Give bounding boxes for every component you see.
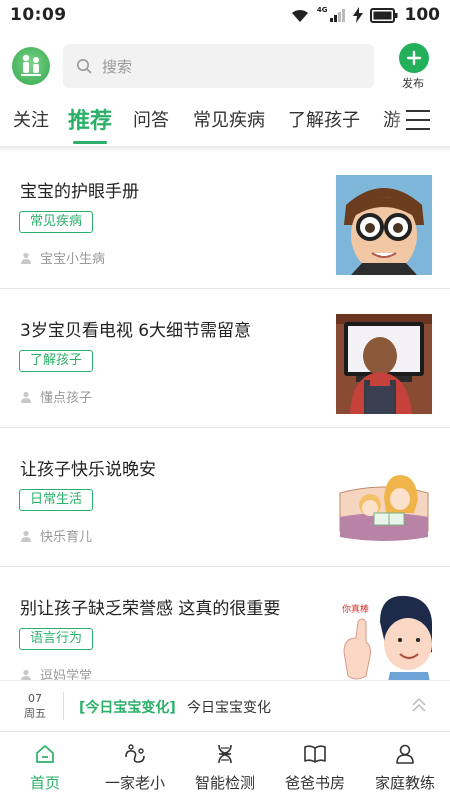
nav-dad-study[interactable]: 爸爸书房 bbox=[270, 732, 360, 800]
user-icon bbox=[21, 669, 31, 680]
tab-common-diseases[interactable]: 常见疾病 bbox=[193, 106, 265, 132]
search-icon bbox=[77, 59, 92, 74]
nav-label: 爸爸书房 bbox=[284, 774, 345, 792]
signal-icon bbox=[329, 9, 345, 22]
publish-label: 发布 bbox=[402, 77, 424, 90]
nav-family-coach[interactable]: 家庭教练 bbox=[360, 732, 450, 800]
battery-level: 100 bbox=[404, 5, 441, 25]
menu-icon[interactable] bbox=[406, 110, 430, 130]
battery-icon bbox=[369, 7, 397, 23]
nav-label: 智能检测 bbox=[194, 774, 255, 792]
nav-smart-test[interactable]: 智能检测 bbox=[180, 732, 270, 800]
status-bar: 10:09 4G 100 bbox=[0, 0, 450, 30]
ticker-weekday: 周五 bbox=[24, 707, 46, 720]
tab-qa[interactable]: 问答 bbox=[133, 106, 169, 132]
ticker-day: 07 bbox=[28, 692, 42, 705]
article-title[interactable]: 让孩子快乐说晚安 bbox=[20, 455, 156, 480]
user-icon bbox=[21, 252, 31, 264]
article-card[interactable]: 3岁宝贝看电视 6大细节需留意 了解孩子 懂点孩子 bbox=[0, 289, 450, 428]
active-tab-indicator bbox=[73, 141, 107, 144]
ticker-separator bbox=[63, 692, 64, 720]
nav-label: 首页 bbox=[29, 774, 60, 792]
tab-recommend[interactable]: 推荐 bbox=[68, 103, 112, 135]
family-icon bbox=[125, 744, 145, 763]
double-chevron-up-icon[interactable] bbox=[410, 696, 428, 714]
article-card[interactable]: 别让孩子缺乏荣誉感 这真的很重要 语言行为 逗妈学堂 你真棒 bbox=[0, 567, 450, 680]
tab-follow[interactable]: 关注 bbox=[13, 106, 49, 132]
top-header: 搜索 发布 bbox=[0, 42, 450, 92]
user-icon bbox=[21, 391, 31, 403]
article-author: 快乐育儿 bbox=[20, 526, 92, 545]
article-tag[interactable]: 常见疾病 bbox=[19, 211, 94, 233]
dna-icon bbox=[218, 744, 232, 764]
author-name: 宝宝小生病 bbox=[40, 252, 106, 267]
article-tag[interactable]: 了解孩子 bbox=[19, 350, 94, 372]
search-input[interactable]: 搜索 bbox=[63, 44, 374, 88]
article-card[interactable]: 宝宝的护眼手册 常见疾病 宝宝小生病 bbox=[0, 150, 450, 289]
article-thumbnail[interactable] bbox=[336, 453, 432, 553]
nav-home[interactable]: 首页 bbox=[0, 732, 90, 800]
category-tabs: 关注 推荐 问答 常见疾病 了解孩子 游 bbox=[0, 100, 450, 146]
article-feed: 宝宝的护眼手册 常见疾病 宝宝小生病 3岁宝贝看电视 6大细节需留意 了解孩子 … bbox=[0, 150, 450, 680]
home-icon bbox=[36, 745, 54, 763]
author-name: 快乐育儿 bbox=[40, 530, 93, 545]
nav-label: 一家老小 bbox=[104, 774, 165, 792]
status-time: 10:09 bbox=[10, 5, 67, 25]
wifi-icon bbox=[291, 9, 308, 22]
bottom-nav: 首页 一家老小 智能检测 爸爸书房 家庭教练 bbox=[0, 731, 450, 800]
article-thumbnail[interactable] bbox=[336, 175, 432, 275]
plus-icon bbox=[399, 43, 429, 73]
article-author: 懂点孩子 bbox=[20, 387, 92, 406]
nav-label: 家庭教练 bbox=[374, 774, 435, 792]
author-name: 逗妈学堂 bbox=[40, 669, 93, 680]
app-logo-icon[interactable] bbox=[12, 47, 50, 85]
publish-button[interactable]: 发布 bbox=[398, 43, 430, 91]
thumbnail-caption: 你真棒 bbox=[342, 603, 369, 615]
article-tag[interactable]: 语言行为 bbox=[19, 628, 94, 650]
user-icon bbox=[21, 530, 31, 542]
article-tag[interactable]: 日常生活 bbox=[19, 489, 94, 511]
article-thumbnail[interactable]: 你真棒 bbox=[336, 592, 432, 680]
ticker-text[interactable]: 今日宝宝变化 bbox=[187, 697, 271, 717]
charging-icon bbox=[352, 7, 363, 23]
article-card[interactable]: 让孩子快乐说晚安 日常生活 快乐育儿 bbox=[0, 428, 450, 567]
article-title[interactable]: 宝宝的护眼手册 bbox=[20, 177, 139, 202]
article-title[interactable]: 别让孩子缺乏荣誉感 这真的很重要 bbox=[20, 594, 280, 619]
book-icon bbox=[304, 745, 326, 763]
article-author: 宝宝小生病 bbox=[20, 248, 105, 267]
ticker-tag[interactable]: [今日宝宝变化] bbox=[79, 697, 176, 717]
author-name: 懂点孩子 bbox=[40, 391, 93, 406]
daily-ticker[interactable]: 07 周五 [今日宝宝变化] 今日宝宝变化 bbox=[0, 680, 450, 730]
status-icons: 4G 100 bbox=[290, 5, 440, 25]
network-label: 4G bbox=[316, 6, 328, 14]
article-thumbnail[interactable] bbox=[336, 314, 432, 414]
ticker-date: 07 周五 bbox=[20, 691, 50, 721]
search-placeholder: 搜索 bbox=[102, 57, 133, 76]
article-author: 逗妈学堂 bbox=[20, 665, 92, 680]
nav-family[interactable]: 一家老小 bbox=[90, 732, 180, 800]
tab-understand-child[interactable]: 了解孩子 bbox=[288, 106, 360, 132]
article-title[interactable]: 3岁宝贝看电视 6大细节需留意 bbox=[20, 316, 251, 341]
coach-icon bbox=[396, 744, 414, 764]
